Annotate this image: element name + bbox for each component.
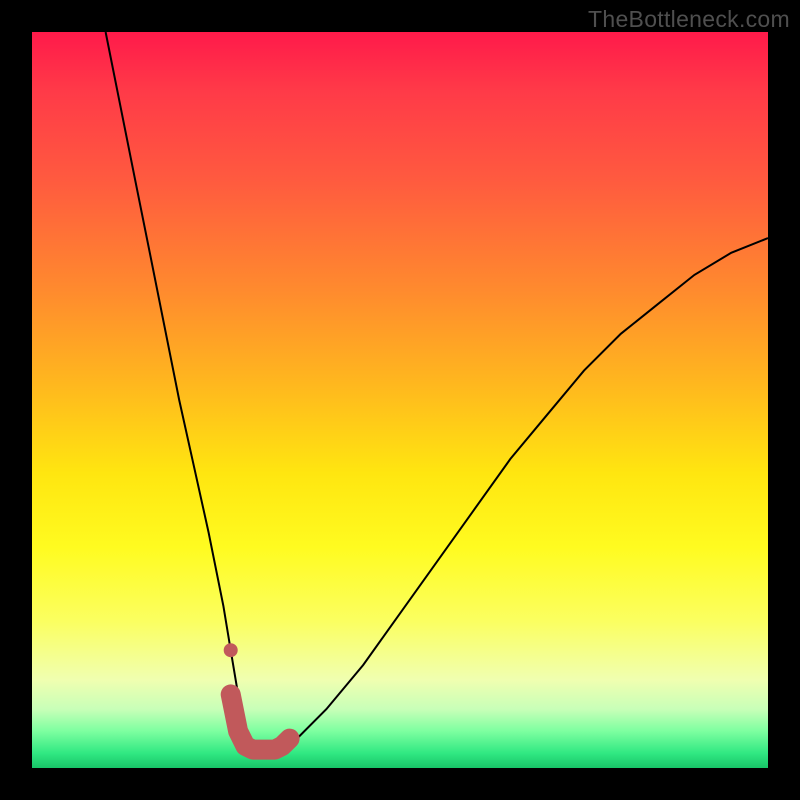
curves-svg [32,32,768,768]
black-curve [106,32,768,750]
red-floor-segment [231,694,290,749]
red-dot [224,643,238,657]
watermark-text: TheBottleneck.com [588,6,790,33]
chart-frame: TheBottleneck.com [0,0,800,800]
plot-area [32,32,768,768]
